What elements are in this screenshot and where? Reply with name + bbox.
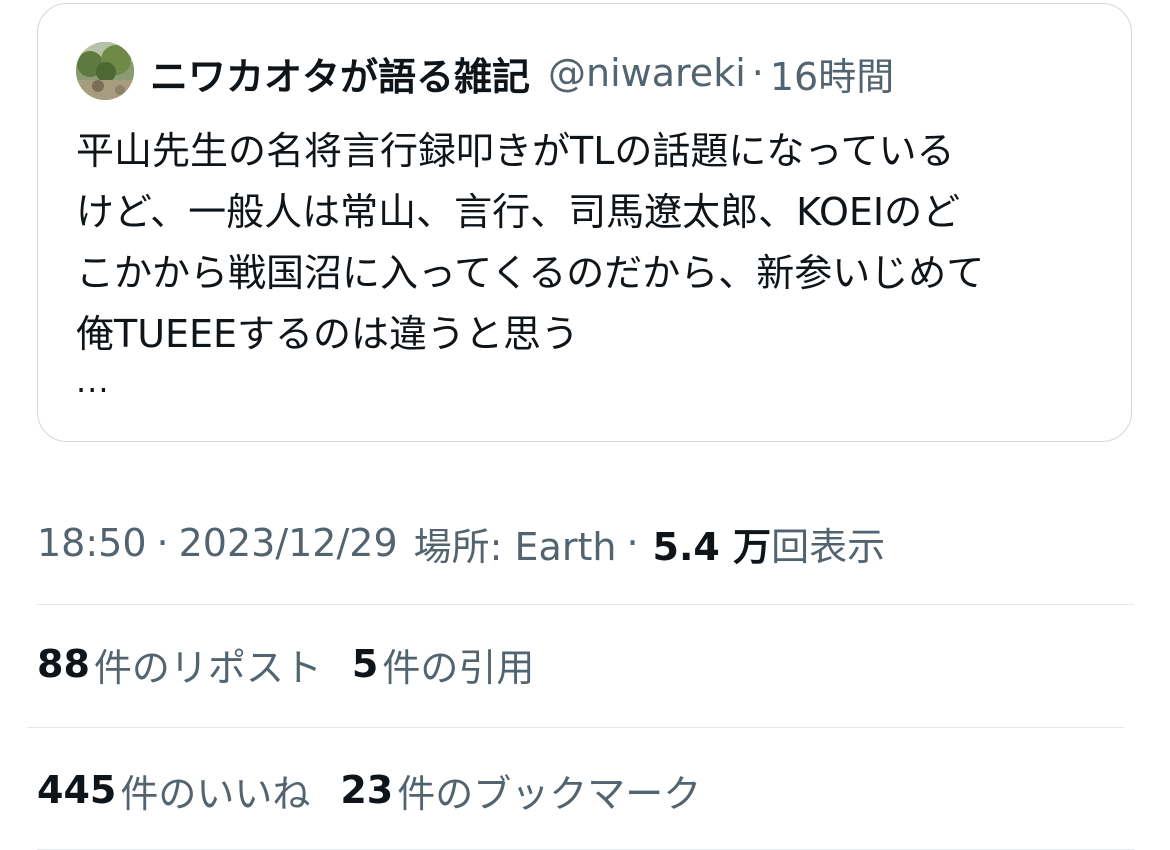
user-handle[interactable]: @niwareki — [548, 51, 746, 95]
like-label: 件のいいね — [120, 771, 311, 816]
repost-label: 件のリポスト — [93, 645, 322, 690]
tweet-author-row: ニワカオタが語る雑記 @niwareki · 16時間 — [150, 46, 894, 101]
avatar[interactable] — [76, 42, 134, 100]
tweet-meta-row: 18:50 · 2023/12/29 場所: Earth · 5.4 万 回表示 — [37, 515, 885, 571]
separator-dot: · — [156, 521, 169, 565]
repost-count: 88 — [37, 642, 90, 686]
garden-avatar-icon — [76, 42, 134, 100]
post-date[interactable]: 2023/12/29 — [179, 521, 398, 565]
stats-row-likes: 445 件のいいね 23 件のブックマーク — [37, 762, 701, 818]
like-count: 445 — [37, 768, 117, 812]
separator-dot: · — [626, 521, 639, 565]
view-count-label: 回表示 — [771, 524, 886, 569]
quote-count-link[interactable]: 5 件の引用 — [352, 637, 534, 692]
divider — [37, 604, 1134, 605]
bookmark-count-link[interactable]: 23 件のブックマーク — [340, 763, 701, 818]
like-count-link[interactable]: 445 件のいいね — [37, 763, 310, 818]
display-name[interactable]: ニワカオタが語る雑記 — [150, 46, 530, 101]
repost-count-link[interactable]: 88 件のリポスト — [37, 637, 322, 692]
stats-row-reposts: 88 件のリポスト 5 件の引用 — [37, 636, 534, 692]
quoted-tweet-card[interactable]: ニワカオタが語る雑記 @niwareki · 16時間 平山先生の名将言行録叩き… — [37, 3, 1132, 442]
bookmark-label: 件のブックマーク — [397, 771, 702, 816]
bookmark-count: 23 — [340, 768, 394, 812]
show-more-ellipsis[interactable]: ... — [76, 362, 110, 400]
divider — [27, 727, 1124, 728]
quote-label: 件の引用 — [382, 645, 535, 690]
view-count: 5.4 万 — [652, 524, 772, 569]
location-label: 場所: Earth — [413, 524, 617, 569]
quote-count: 5 — [351, 642, 379, 686]
separator-dot: · — [751, 51, 764, 95]
post-time[interactable]: 18:50 — [37, 521, 147, 565]
relative-timestamp[interactable]: 16時間 — [770, 46, 894, 101]
tweet-text: 平山先生の名将言行録叩きがTLの話題になっている けど、一般人は常山、言行、司馬… — [76, 129, 985, 356]
